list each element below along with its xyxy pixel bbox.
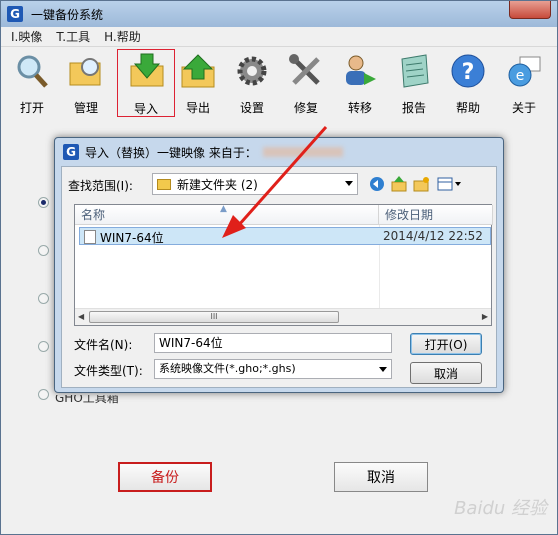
up-folder-button[interactable] (390, 175, 408, 193)
option-radio-4[interactable] (38, 341, 49, 352)
filetype-label: 文件类型(T): (74, 364, 143, 378)
horizontal-scrollbar[interactable]: ◀ III ▶ (75, 308, 491, 325)
lookin-value: 新建文件夹 (2) (177, 177, 258, 192)
new-folder-button[interactable] (412, 175, 430, 193)
folder-icon (157, 178, 171, 190)
option-radio-1[interactable] (38, 197, 49, 208)
menu-help[interactable]: H.帮助 (104, 28, 141, 45)
tool-about-label: 关于 (511, 101, 536, 115)
column-name[interactable]: 名称 ▲ (75, 204, 379, 225)
tool-import-label: 导入 (133, 102, 158, 116)
folder-search-icon (69, 58, 101, 86)
dialog-cancel-button[interactable]: 取消 (410, 362, 482, 384)
back-arrow-icon (370, 177, 384, 191)
lookin-label: 查找范围(I): (68, 179, 133, 193)
baidu-watermark: Baidu 经验 (454, 498, 547, 519)
tool-transfer-button[interactable]: 转移 (337, 51, 383, 117)
sort-up-icon: ▲ (220, 204, 227, 214)
tool-about-button[interactable]: e 关于 (501, 51, 547, 117)
view-grid-icon (437, 177, 461, 191)
help-icon: ? (451, 54, 485, 88)
scroll-left-icon[interactable]: ◀ (78, 312, 84, 321)
tool-report-button[interactable]: 报告 (391, 51, 437, 117)
tool-transfer-label: 转移 (347, 101, 372, 115)
menu-bar: I.映像 T.工具 H.帮助 (1, 27, 557, 47)
menu-image[interactable]: I.映像 (11, 28, 42, 45)
option-radio-3[interactable] (38, 293, 49, 304)
tool-manage-label: 管理 (73, 101, 98, 115)
lookin-combo[interactable]: 新建文件夹 (2) (152, 173, 358, 195)
tool-report-label: 报告 (401, 101, 426, 115)
backup-button[interactable]: 备份 (118, 462, 212, 492)
magnifier-open-icon (17, 55, 48, 88)
tool-settings-button[interactable]: 设置 (229, 51, 275, 117)
notebook-icon (401, 54, 429, 88)
file-modified: 2014/4/12 22:52 (383, 229, 483, 243)
tool-open-label: 打开 (19, 101, 44, 115)
export-folder-icon (181, 54, 215, 88)
filename-input[interactable]: WIN7-64位 (154, 333, 392, 353)
toolbar: 打开 管理 导入 导出 设置 修复 转移 报告 ? 帮助 e 关于 (1, 48, 557, 120)
filename-label: 文件名(N): (74, 338, 133, 352)
tool-export-label: 导出 (185, 101, 210, 115)
tool-export-button[interactable]: 导出 (175, 51, 221, 117)
new-folder-icon (413, 177, 429, 192)
redacted-path (262, 147, 343, 157)
dialog-logo-icon: G (63, 144, 79, 160)
tool-help-button[interactable]: ? 帮助 (445, 51, 491, 117)
tools-icon (289, 54, 320, 85)
up-folder-icon (391, 176, 407, 192)
window-close-button[interactable] (509, 1, 551, 19)
user-transfer-icon (346, 55, 376, 85)
option-radio-2[interactable] (38, 245, 49, 256)
import-folder-icon (130, 53, 164, 87)
tool-open-button[interactable]: 打开 (9, 51, 55, 117)
cancel-button[interactable]: 取消 (334, 462, 428, 492)
title-bar: G 一键备份系统 (1, 1, 557, 27)
chevron-down-icon (379, 367, 387, 372)
filetype-select[interactable]: 系统映像文件(*.gho;*.ghs) (154, 359, 392, 379)
dialog-title: 导入（替换）一键映像 来自于： (85, 145, 257, 160)
dialog-body: 查找范围(I): 新建文件夹 (2) 名称 ▲ 修改日期 WIN7-64位 20… (61, 166, 497, 388)
tool-help-label: 帮助 (455, 101, 480, 115)
svg-text:?: ? (462, 60, 475, 85)
gear-icon (237, 56, 267, 86)
option-radio-5[interactable] (38, 389, 49, 400)
scroll-right-icon[interactable]: ▶ (482, 312, 488, 321)
column-modified[interactable]: 修改日期 (379, 205, 493, 225)
tool-import-button[interactable]: 导入 (117, 49, 175, 117)
scroll-grip: III (210, 312, 218, 321)
scroll-thumb[interactable]: III (89, 311, 339, 323)
file-list[interactable]: 名称 ▲ 修改日期 WIN7-64位 2014/4/12 22:52 ◀ III… (74, 204, 493, 326)
about-ie-icon: e (508, 56, 541, 87)
tool-manage-button[interactable]: 管理 (63, 51, 109, 117)
column-name-label: 名称 (81, 208, 106, 222)
view-menu-button[interactable] (436, 175, 464, 193)
tool-settings-label: 设置 (239, 101, 264, 115)
tool-repair-label: 修复 (293, 101, 318, 115)
tool-repair-button[interactable]: 修复 (283, 51, 329, 117)
column-modified-label: 修改日期 (385, 208, 434, 222)
open-button[interactable]: 打开(O) (410, 333, 482, 355)
window-title: 一键备份系统 (31, 7, 104, 22)
file-name: WIN7-64位 (100, 231, 164, 245)
menu-tools[interactable]: T.工具 (56, 28, 90, 45)
filetype-value: 系统映像文件(*.gho;*.ghs) (159, 362, 296, 375)
app-logo-icon: G (7, 6, 23, 22)
import-dialog: G 导入（替换）一键映像 来自于： 查找范围(I): 新建文件夹 (2) 名称 … (54, 137, 504, 393)
chevron-down-icon (345, 181, 353, 186)
file-icon (84, 230, 96, 244)
dialog-title-bar: G 导入（替换）一键映像 来自于： (55, 138, 503, 166)
file-row[interactable]: WIN7-64位 2014/4/12 22:52 (79, 227, 491, 245)
svg-text:e: e (516, 68, 525, 84)
back-button[interactable] (368, 175, 386, 193)
